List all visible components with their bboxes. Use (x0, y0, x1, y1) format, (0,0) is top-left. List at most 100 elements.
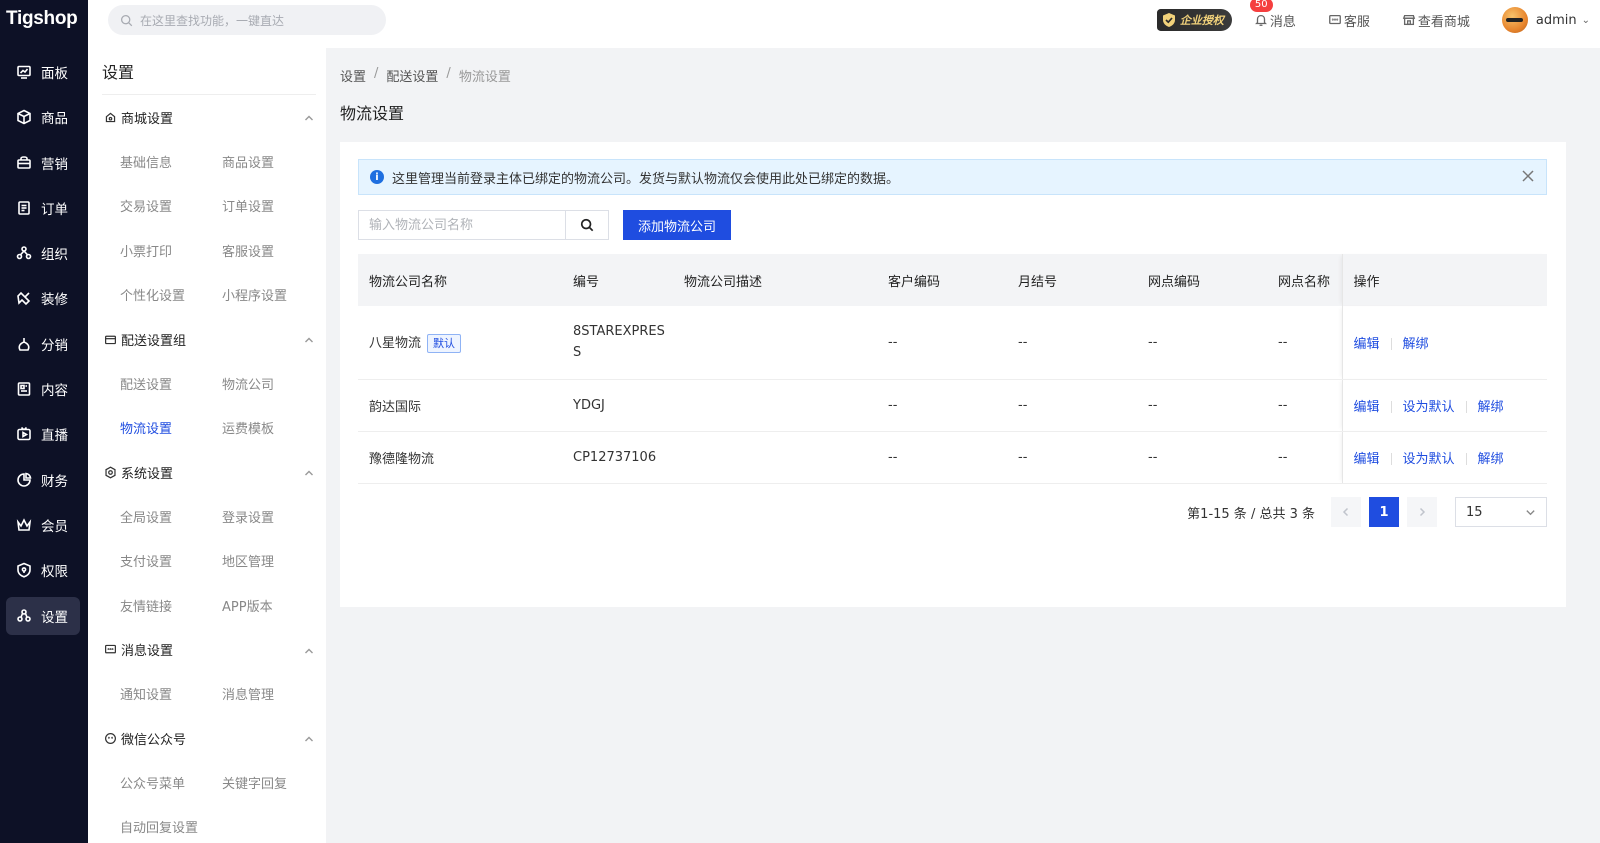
cell-outlet-code: -- (1137, 379, 1267, 432)
order-icon (16, 200, 32, 216)
settings-subitem[interactable]: 物流设置 (120, 406, 222, 451)
chevron-up-icon (304, 112, 314, 122)
group-icon (104, 643, 117, 656)
nav-item-label: 面板 (41, 66, 68, 82)
nav-item-distribution[interactable]: 分销 (6, 325, 80, 363)
set-default-button[interactable]: 设为默认 (1403, 452, 1455, 467)
nav-item-member[interactable]: 会员 (6, 506, 80, 544)
cell-name: 八星物流 默认 (358, 306, 562, 380)
cell-actions: 编辑 解绑 (1341, 306, 1547, 380)
page-button-current[interactable]: 1 (1369, 497, 1399, 527)
edit-button[interactable]: 编辑 (1354, 452, 1380, 467)
nav-list: 面板商品营销订单组织装修分销内容直播财务会员权限设置 (0, 53, 88, 635)
edit-button[interactable]: 编辑 (1354, 400, 1380, 415)
nav-item-order[interactable]: 订单 (6, 189, 80, 227)
action-divider (1390, 401, 1392, 413)
prev-page-button[interactable] (1331, 497, 1361, 527)
settings-subitem[interactable]: 支付设置 (120, 539, 222, 584)
nav-item-content[interactable]: 内容 (6, 370, 80, 408)
shield-icon (1162, 13, 1175, 27)
unbind-button[interactable]: 解绑 (1478, 400, 1504, 415)
unbind-button[interactable]: 解绑 (1403, 337, 1429, 352)
nav-item-brush[interactable]: 装修 (6, 279, 80, 317)
nav-item-permission[interactable]: 权限 (6, 551, 80, 589)
nav-item-label: 权限 (41, 564, 68, 581)
settings-subitem[interactable]: 关键字回复 (222, 760, 324, 805)
settings-group-label: 系统设置 (121, 466, 174, 482)
cell-outlet-name: -- (1267, 431, 1342, 484)
info-icon: i (370, 170, 384, 184)
page-size-select[interactable]: 15 (1455, 497, 1547, 527)
distribution-icon (16, 336, 32, 352)
settings-subitem[interactable]: 配送设置 (120, 361, 222, 406)
settings-subitem[interactable]: 客服设置 (222, 228, 324, 273)
settings-group-header[interactable]: 商城设置 (88, 95, 326, 139)
settings-subitem[interactable]: 公众号菜单 (120, 760, 222, 805)
settings-group-header[interactable]: 配送设置组 (88, 317, 326, 361)
settings-subitem[interactable]: APP版本 (222, 583, 324, 628)
user-menu[interactable]: admin ⌄ (1501, 7, 1590, 33)
col-header-name: 物流公司名称 (369, 274, 448, 290)
cell-outlet-code: -- (1137, 306, 1267, 380)
settings-subitem[interactable]: 小程序设置 (222, 273, 324, 318)
nav-item-label: 组织 (41, 247, 68, 264)
permission-icon (16, 562, 32, 578)
cell-desc (673, 306, 877, 380)
pagination: 第1-15 条 / 总共 3 条 1 15 (1187, 497, 1547, 527)
settings-subitem[interactable]: 交易设置 (120, 184, 222, 229)
unbind-button[interactable]: 解绑 (1478, 452, 1504, 467)
settings-subitem[interactable]: 登录设置 (222, 494, 324, 539)
enterprise-badge-label: 企业授权 (1179, 14, 1224, 27)
settings-subitem[interactable]: 地区管理 (222, 539, 324, 584)
settings-group-system-settings: 系统设置全局设置 登录设置 支付设置 地区管理 友情链接 APP版本 (88, 450, 326, 628)
company-search-input[interactable] (358, 210, 565, 240)
next-page-button[interactable] (1407, 497, 1437, 527)
col-header-outlet-code: 网点编码 (1148, 274, 1201, 290)
breadcrumb-item[interactable]: 设置 (340, 66, 366, 85)
add-logistics-button[interactable]: 添加物流公司 (623, 210, 732, 240)
edit-button[interactable]: 编辑 (1354, 337, 1380, 352)
settings-subitem[interactable]: 物流公司 (222, 361, 324, 406)
settings-subitem[interactable]: 基础信息 (120, 139, 222, 184)
search-button[interactable] (565, 210, 609, 240)
nav-item-label: 商品 (41, 111, 68, 128)
settings-group-header[interactable]: 微信公众号 (88, 716, 326, 760)
cell-name: 韵达国际 (358, 379, 562, 432)
settings-subitem[interactable]: 通知设置 (120, 672, 222, 717)
settings-subitem[interactable]: 全局设置 (120, 494, 222, 539)
breadcrumb-current: 物流设置 (458, 70, 511, 85)
nav-item-org[interactable]: 组织 (6, 234, 80, 272)
view-shop-link[interactable]: 查看商城 (1402, 11, 1470, 30)
nav-item-live[interactable]: 直播 (6, 415, 80, 453)
set-default-button[interactable]: 设为默认 (1403, 400, 1455, 415)
user-name: admin (1535, 12, 1577, 28)
service-link[interactable]: 客服 (1328, 11, 1370, 30)
marketing-icon (16, 155, 32, 171)
live-icon (16, 426, 32, 442)
settings-subitem[interactable]: 小票打印 (120, 228, 222, 273)
settings-subitem[interactable]: 自动回复设置 (120, 805, 222, 843)
settings-subitem[interactable]: 消息管理 (222, 672, 324, 717)
nav-item-box[interactable]: 商品 (6, 98, 80, 136)
nav-item-dashboard[interactable]: 面板 (6, 53, 80, 91)
company-code: 8STAREXPRESS (573, 324, 665, 361)
nav-item-settings[interactable]: 设置 (6, 596, 80, 635)
global-search[interactable]: 在这里查找功能，一键直达 (108, 5, 386, 35)
settings-subitem[interactable]: 友情链接 (120, 583, 222, 628)
breadcrumb-item[interactable]: 配送设置 (386, 66, 438, 85)
nav-item-finance[interactable]: 财务 (6, 461, 80, 499)
settings-group-label: 商城设置 (121, 111, 174, 127)
cell-desc (673, 431, 877, 484)
enterprise-badge[interactable]: 企业授权 (1156, 9, 1232, 31)
chevron-left-icon (1342, 507, 1349, 517)
settings-subitem[interactable]: 商品设置 (222, 139, 324, 184)
close-icon[interactable] (1522, 170, 1536, 184)
settings-group-header[interactable]: 消息设置 (88, 628, 326, 672)
settings-group-header[interactable]: 系统设置 (88, 450, 326, 494)
nav-item-marketing[interactable]: 营销 (6, 144, 80, 182)
settings-subitem[interactable]: 运费模板 (222, 406, 324, 451)
settings-subitem[interactable]: 订单设置 (222, 184, 324, 229)
messages-link[interactable]: 50 消息 (1249, 0, 1296, 30)
logo[interactable]: Tigshop (0, 0, 88, 38)
settings-subitem[interactable]: 个性化设置 (120, 273, 222, 318)
